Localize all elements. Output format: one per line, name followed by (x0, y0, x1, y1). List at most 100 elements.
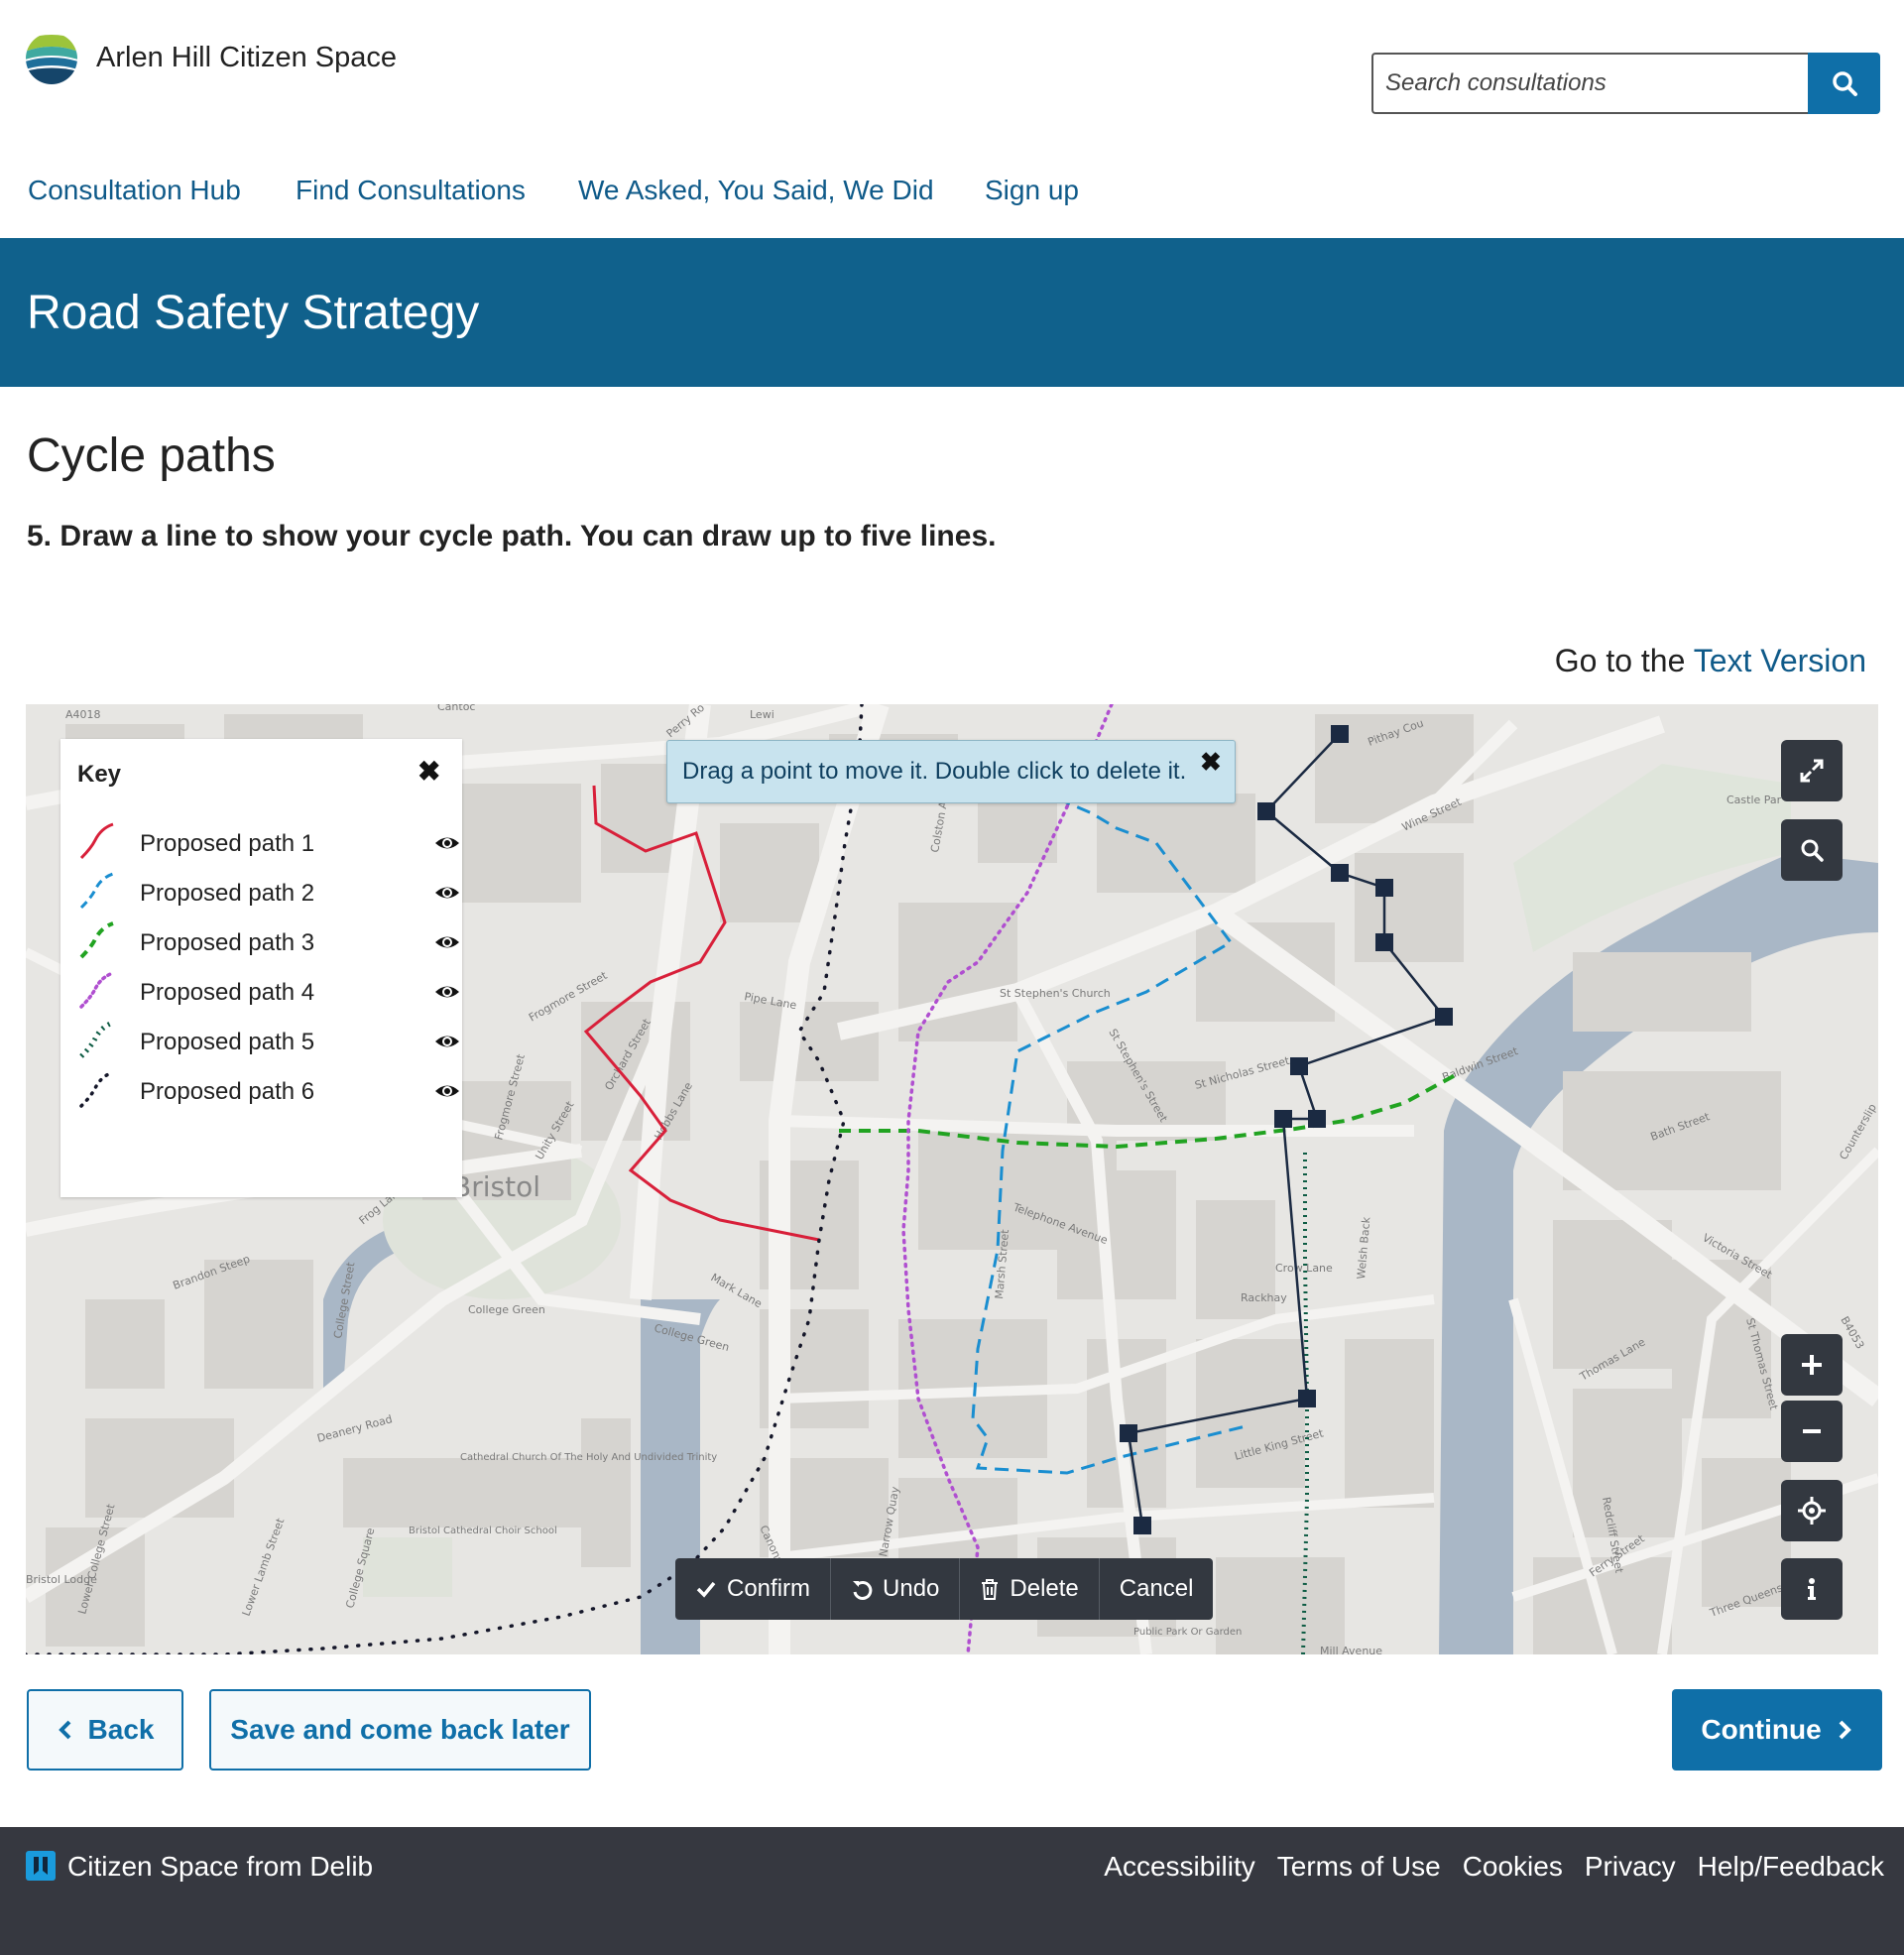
key-label: Proposed path 5 (140, 1029, 315, 1055)
main-nav: Consultation Hub Find Consultations We A… (28, 175, 1079, 206)
search-icon (1832, 71, 1857, 96)
undo-icon (853, 1580, 873, 1600)
zoom-in-button[interactable] (1781, 1334, 1843, 1396)
vertex-handle[interactable] (1331, 725, 1349, 743)
vertex-handle[interactable] (1133, 1517, 1151, 1534)
vertex-handle[interactable] (1120, 1424, 1137, 1442)
vertex-handle[interactable] (1257, 802, 1275, 820)
path-2-swatch (79, 872, 114, 910)
key-label: Proposed path 3 (140, 929, 315, 956)
key-label: Proposed path 1 (140, 830, 315, 857)
park-area (363, 1537, 452, 1597)
map-key-panel: Key ✖ Proposed path 1 Proposed path 2 Pr… (60, 739, 462, 1197)
trash-icon (982, 1579, 999, 1600)
key-item: Proposed path 3 (77, 917, 459, 967)
fullscreen-button[interactable] (1781, 740, 1843, 801)
text-version-link[interactable]: Text Version (1694, 643, 1866, 678)
vertex-handle[interactable] (1308, 1110, 1326, 1128)
vertex-handle[interactable] (1375, 933, 1393, 951)
eye-icon[interactable] (434, 929, 460, 955)
chevron-left-icon (58, 1720, 70, 1740)
zoom-in-icon (1802, 1355, 1822, 1375)
key-item: Proposed path 4 (77, 967, 459, 1017)
key-item: Proposed path 1 (77, 818, 459, 868)
footer-brand[interactable]: Citizen Space from Delib (67, 1851, 373, 1883)
search-button[interactable] (1808, 53, 1880, 114)
check-icon (696, 1581, 716, 1598)
site-footer: Citizen Space from Delib Accessibility T… (0, 1827, 1904, 1955)
footer-link-cookies[interactable]: Cookies (1463, 1851, 1563, 1883)
footer-link-privacy[interactable]: Privacy (1585, 1851, 1676, 1883)
back-label: Back (87, 1714, 155, 1745)
map-label: Rackhay (1241, 1291, 1287, 1304)
vertex-handle[interactable] (1274, 1110, 1292, 1128)
question-text: 5. Draw a line to show your cycle path. … (27, 520, 997, 552)
map-label: A4018 (65, 708, 101, 721)
path-5-swatch (79, 1020, 114, 1058)
info-icon (1808, 1578, 1816, 1600)
footer-links: Accessibility Terms of Use Cookies Priva… (1082, 1851, 1884, 1883)
map-search-button[interactable] (1781, 819, 1843, 881)
map-label: Welsh Back (1355, 1216, 1372, 1280)
delib-logo-icon (26, 1851, 56, 1881)
eye-icon[interactable] (434, 830, 460, 856)
key-label: Proposed path 6 (140, 1078, 315, 1105)
map-label: Deanery Road (315, 1412, 394, 1445)
search-input[interactable] (1371, 53, 1810, 114)
continue-button[interactable]: Continue (1672, 1689, 1882, 1771)
cancel-label: Cancel (1119, 1575, 1194, 1602)
key-item: Proposed path 2 (77, 868, 459, 917)
nav-sign-up[interactable]: Sign up (985, 175, 1079, 206)
vertex-handle[interactable] (1331, 864, 1349, 882)
close-icon[interactable]: ✖ (417, 755, 440, 788)
text-version-line: Go to the Text Version (1555, 643, 1866, 679)
search-icon (1801, 839, 1824, 862)
text-version-prefix: Go to the (1554, 643, 1686, 678)
map-label: Crow Lane (1275, 1262, 1333, 1275)
map-label: College Green (468, 1303, 545, 1316)
vertex-handle[interactable] (1298, 1390, 1316, 1407)
delete-button[interactable]: Delete (960, 1558, 1100, 1620)
delete-label: Delete (1010, 1575, 1079, 1602)
footer-link-terms[interactable]: Terms of Use (1277, 1851, 1441, 1883)
eye-icon[interactable] (434, 880, 460, 906)
key-item: Proposed path 6 (77, 1066, 459, 1116)
path-4-swatch (79, 971, 115, 1009)
site-logo[interactable] (25, 32, 78, 85)
eye-icon[interactable] (434, 1078, 460, 1104)
map-hint-tooltip: Drag a point to move it. Double click to… (666, 740, 1236, 803)
nav-consultation-hub[interactable]: Consultation Hub (28, 175, 296, 206)
map-label: Bristol Cathedral Choir School (409, 1526, 557, 1536)
map-canvas[interactable]: A4018 Cantoc Perry Ro Lewi Pithay Cou Ca… (26, 704, 1878, 1654)
vertex-handle[interactable] (1435, 1008, 1453, 1026)
save-later-button[interactable]: Save and come back later (209, 1689, 591, 1771)
vertex-handle[interactable] (1375, 879, 1393, 897)
map-label: Public Park Or Garden (1133, 1627, 1242, 1638)
map-label: St Stephen's Church (1000, 987, 1111, 1000)
chevron-right-icon (1839, 1720, 1851, 1740)
back-button[interactable]: Back (27, 1689, 183, 1771)
path-3-swatch (79, 921, 114, 959)
vertex-handle[interactable] (1290, 1057, 1308, 1075)
consultation-title: Road Safety Strategy (27, 287, 480, 339)
eye-icon[interactable] (434, 1029, 460, 1054)
eye-icon[interactable] (434, 979, 460, 1005)
nav-find-consultations[interactable]: Find Consultations (296, 175, 578, 206)
tooltip-text: Drag a point to move it. Double click to… (682, 758, 1187, 785)
path-6-swatch (79, 1070, 115, 1108)
undo-button[interactable]: Undo (831, 1558, 961, 1620)
locate-button[interactable] (1781, 1480, 1843, 1541)
zoom-out-button[interactable] (1781, 1401, 1843, 1462)
confirm-label: Confirm (727, 1575, 811, 1602)
save-later-label: Save and come back later (230, 1714, 570, 1745)
footer-link-accessibility[interactable]: Accessibility (1104, 1851, 1254, 1883)
nav-we-asked[interactable]: We Asked, You Said, We Did (578, 175, 985, 206)
info-button[interactable] (1781, 1558, 1843, 1620)
confirm-button[interactable]: Confirm (675, 1558, 832, 1620)
site-name[interactable]: Arlen Hill Citizen Space (96, 42, 397, 74)
close-icon[interactable]: ✖ (1200, 747, 1222, 778)
key-title: Key (77, 761, 122, 788)
map-label: Lower Lamb Street (240, 1516, 288, 1618)
footer-link-help[interactable]: Help/Feedback (1698, 1851, 1884, 1883)
cancel-button[interactable]: Cancel (1100, 1558, 1214, 1620)
